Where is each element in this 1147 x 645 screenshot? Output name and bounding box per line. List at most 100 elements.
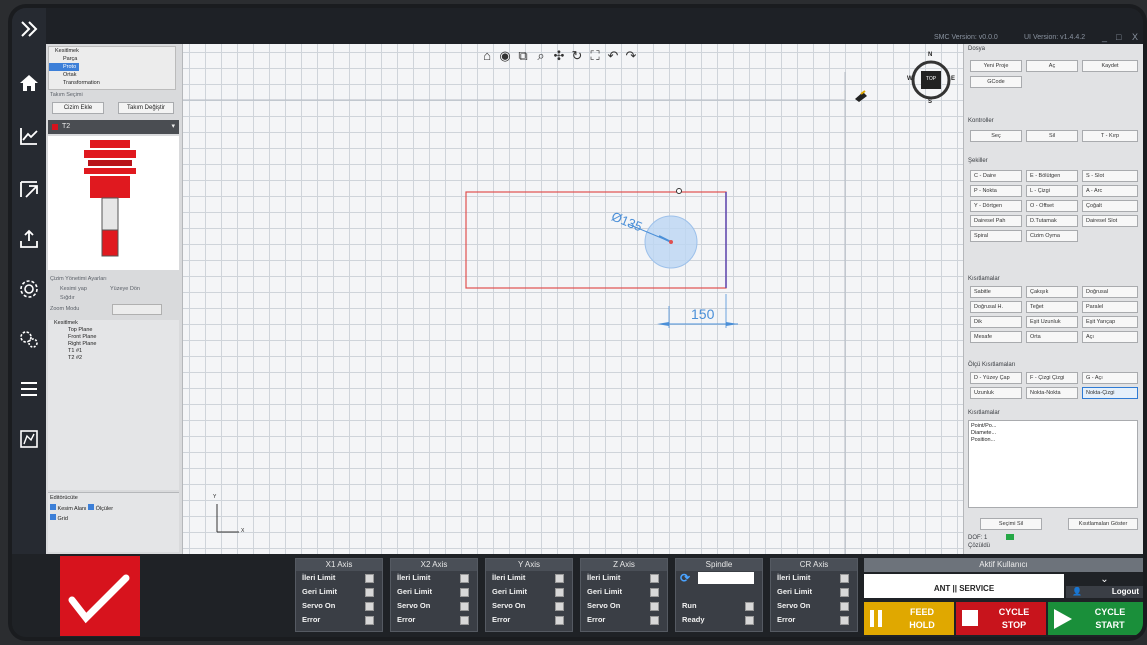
tree-item[interactable]: Kesitlmek xyxy=(48,320,179,327)
tool-button[interactable]: Eşit Yarıçap xyxy=(1082,316,1138,328)
tool-button[interactable]: S - Slot xyxy=(1082,170,1138,182)
tool-button[interactable]: Açı xyxy=(1082,331,1138,343)
model-tree[interactable]: Kesitlmek Parça Proto Ortak Transformati… xyxy=(48,46,176,90)
tool-button[interactable]: Dairesel Pah xyxy=(970,215,1022,227)
export-icon[interactable] xyxy=(15,176,43,202)
chevron-down-icon[interactable]: ⌄ xyxy=(1066,574,1143,586)
chart-icon[interactable] xyxy=(15,123,43,149)
tool-button[interactable]: Çoğalt xyxy=(1082,200,1138,212)
option-label[interactable]: Sığdır xyxy=(60,295,75,301)
tool-button[interactable]: P - Nokta xyxy=(970,185,1022,197)
expand-icon[interactable] xyxy=(15,16,43,42)
tree-item[interactable]: Right Plane xyxy=(48,341,179,348)
checkbox-checked-icon[interactable] xyxy=(50,504,56,510)
tool-button[interactable]: Dik xyxy=(970,316,1022,328)
show-constraints-button[interactable]: Kısıtlamaları Göster xyxy=(1068,518,1138,530)
axis-panel: X2 Axis İleri Limit Geri Limit Servo On Erro… xyxy=(390,558,478,632)
cycle-start-button[interactable]: CYCLE START xyxy=(1048,602,1143,635)
tool-button[interactable]: A - Arc xyxy=(1082,185,1138,197)
display-option-row[interactable]: Grid xyxy=(48,513,179,523)
tree-item[interactable]: Front Plane xyxy=(48,334,179,341)
tool-button[interactable]: Spiral xyxy=(970,230,1022,242)
logout-button[interactable]: 👤 Logout xyxy=(1066,586,1143,598)
axis-title: Spindle xyxy=(676,559,762,571)
tool-button[interactable]: C - Daire xyxy=(970,170,1022,182)
axis-status-row: Ready xyxy=(676,613,762,627)
tool-button[interactable]: F - Çizgi Çizgi xyxy=(1026,372,1078,384)
compass-n: N xyxy=(928,52,933,58)
upload-icon[interactable] xyxy=(15,226,43,252)
gcode-button[interactable]: GCode xyxy=(970,76,1022,88)
tool-button[interactable]: G - Açı xyxy=(1082,372,1138,384)
delete-button[interactable]: Sil xyxy=(1026,130,1078,142)
spindle-speed-field[interactable] xyxy=(698,572,754,584)
length-dimension[interactable]: 150 xyxy=(691,306,714,322)
tool-button[interactable]: Nokta-Çizgi xyxy=(1082,387,1138,399)
maximize-button[interactable]: □ xyxy=(1116,32,1121,42)
tool-button[interactable]: Mesafe xyxy=(970,331,1022,343)
tool-button[interactable]: Teğet xyxy=(1026,301,1078,313)
tool-button[interactable]: Cizim Oyma xyxy=(1026,230,1078,242)
minimize-button[interactable]: _ xyxy=(1102,32,1107,42)
tool-button[interactable]: E - Bölütgen xyxy=(1026,170,1078,182)
axis-status-row: İleri Limit xyxy=(581,571,667,585)
new-project-button[interactable]: Yeni Proje xyxy=(970,60,1022,72)
axis-status-label: Servo On xyxy=(302,601,336,610)
checkbox-checked-icon[interactable] xyxy=(50,514,56,520)
tool-button[interactable]: Paralel xyxy=(1082,301,1138,313)
tool-button[interactable]: O - Offset xyxy=(1026,200,1078,212)
list-icon[interactable] xyxy=(15,376,43,402)
home-icon[interactable] xyxy=(15,70,43,96)
zoom-mode-select[interactable] xyxy=(112,304,162,315)
gears-icon[interactable] xyxy=(15,326,43,352)
tool-select[interactable]: T2 ▾ xyxy=(48,120,179,134)
tree-item[interactable]: T2 #2 xyxy=(48,355,179,362)
option-label[interactable]: Yüzeye Dön xyxy=(110,286,140,292)
option-label[interactable]: Kesimi yap xyxy=(60,286,87,292)
tool-button[interactable]: D.Tutamak xyxy=(1026,215,1078,227)
tool-button[interactable]: Sabitle xyxy=(970,286,1022,298)
constraint-item[interactable]: Diamete... xyxy=(971,430,1135,437)
tree-item[interactable]: Parça xyxy=(49,55,175,63)
tool-button[interactable]: L - Çizgi xyxy=(1026,185,1078,197)
tree-item[interactable]: T1 #1 xyxy=(48,348,179,355)
status-led xyxy=(460,602,469,611)
axis-title: X2 Axis xyxy=(391,559,477,571)
clear-selection-button[interactable]: Seçimi Sil xyxy=(980,518,1042,530)
feed-hold-button[interactable]: FEED HOLD xyxy=(864,602,954,635)
tool-button[interactable]: Nokta-Nokta xyxy=(1026,387,1078,399)
trim-button[interactable]: T - Kırp xyxy=(1082,130,1138,142)
add-drawing-button[interactable]: Cizim Ekle xyxy=(52,102,104,114)
tree-item[interactable]: Kesitlmek xyxy=(49,47,175,55)
feature-tree[interactable]: Kesitlmek Top Plane Front Plane Right Pl… xyxy=(48,320,179,490)
select-button[interactable]: Seç xyxy=(970,130,1022,142)
constraint-item[interactable]: Point/Po... xyxy=(971,423,1135,430)
display-option-row[interactable]: Kesim Alanı Ölçüler xyxy=(48,503,179,513)
constraint-list[interactable]: Point/Po... Diamete... Position... xyxy=(968,420,1138,508)
machine-icon[interactable] xyxy=(15,426,43,452)
change-tool-button[interactable]: Takım Değiştir xyxy=(118,102,174,114)
tool-button[interactable]: Doğrusal xyxy=(1082,286,1138,298)
tool-button[interactable]: Y - Dörtgen xyxy=(970,200,1022,212)
view-cube-label[interactable]: TOP xyxy=(924,76,938,82)
tool-button[interactable]: Eşit Uzunluk xyxy=(1026,316,1078,328)
constraint-item[interactable]: Position... xyxy=(971,437,1135,444)
tool-button[interactable]: Dairesel Slot xyxy=(1082,215,1138,227)
tool-button[interactable]: Uzunluk xyxy=(970,387,1022,399)
cycle-stop-button[interactable]: CYCLE STOP xyxy=(956,602,1046,635)
open-button[interactable]: Aç xyxy=(1026,60,1078,72)
tree-item[interactable]: Transformation xyxy=(49,79,175,87)
save-button[interactable]: Kaydet xyxy=(1082,60,1138,72)
close-button[interactable]: X xyxy=(1132,32,1138,42)
tree-item[interactable]: Ortak xyxy=(49,71,175,79)
tool-button[interactable]: Çakışık xyxy=(1026,286,1078,298)
tool-button[interactable]: Orta xyxy=(1026,331,1078,343)
tree-item[interactable]: Proto xyxy=(49,63,79,71)
status-led xyxy=(460,574,469,583)
gear-icon[interactable] xyxy=(15,276,43,302)
tool-button[interactable]: D - Yüzey Çap xyxy=(970,372,1022,384)
tree-item[interactable]: Top Plane xyxy=(48,327,179,334)
drawing-canvas[interactable]: ⌂ ◉ ⧉ ⌕ ✣ ↻ ⛶ ↶ ↷ Ø135 150 TOP N W E S Y… xyxy=(183,44,963,554)
tool-button[interactable]: Doğrusal H. xyxy=(970,301,1022,313)
checkbox-checked-icon[interactable] xyxy=(88,504,95,510)
